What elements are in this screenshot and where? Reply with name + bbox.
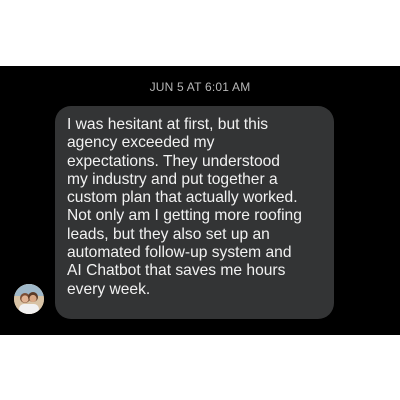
chat-thread: JUN 5 AT 6:01 AM I was hesitant at first… xyxy=(0,66,400,335)
message-bubble[interactable]: I was hesitant at first, but this agency… xyxy=(55,106,334,319)
message-timestamp: JUN 5 AT 6:01 AM xyxy=(149,80,251,94)
screenshot-frame: JUN 5 AT 6:01 AM I was hesitant at first… xyxy=(0,0,400,400)
sender-avatar[interactable] xyxy=(14,284,44,314)
message-text: I was hesitant at first, but this agency… xyxy=(67,116,302,298)
avatar-photo-icon xyxy=(14,284,44,314)
